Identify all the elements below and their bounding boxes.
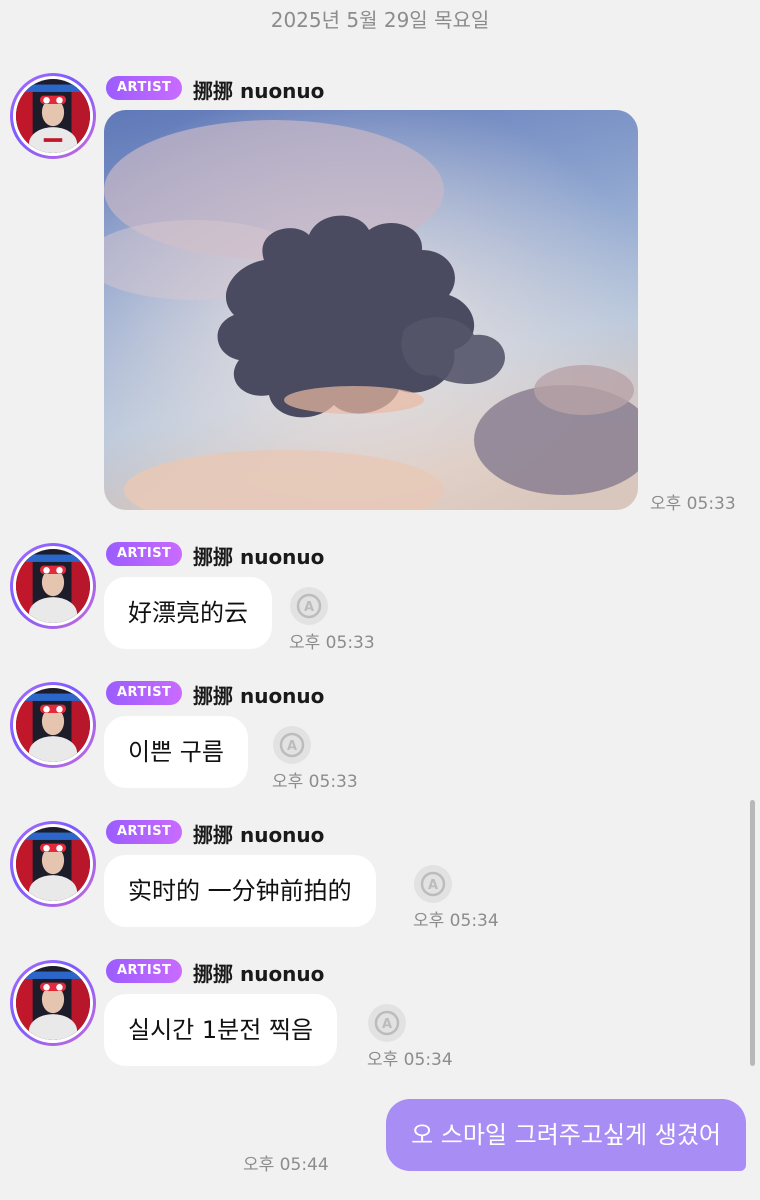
message-time: 오후 05:34 [367,1050,453,1070]
message-time: 오후 05:34 [413,911,499,931]
message-bubble[interactable]: 实时的 一分钟前拍的 [104,855,376,927]
message-time: 오후 05:33 [289,633,375,653]
artist-badge: ARTIST [106,76,183,100]
message-time: 오후 05:33 [650,494,736,514]
artist-avatar-image [16,827,90,901]
scrollbar[interactable] [750,800,755,1066]
message-bubble[interactable]: 好漂亮的云 [104,577,272,649]
artist-avatar-image [16,966,90,1040]
svg-text:A: A [304,600,314,615]
message-bubble[interactable]: 실시간 1분전 찍음 [104,994,338,1066]
sender-name[interactable]: 挪挪 nuonuo [193,958,324,987]
cloud-photo[interactable] [104,110,638,510]
svg-text:A: A [428,878,438,893]
artist-badge: ARTIST [106,820,183,844]
avatar[interactable] [10,73,96,159]
avatar[interactable] [10,543,96,629]
translate-icon[interactable]: A [367,1003,407,1043]
my-message-bubble[interactable]: 오 스마일 그려주고싶게 생겼어 [386,1099,746,1171]
avatar[interactable] [10,960,96,1046]
avatar[interactable] [10,821,96,907]
my-message-time: 오후 05:44 [243,1155,329,1175]
avatar[interactable] [10,682,96,768]
artist-avatar-image [16,688,90,762]
sender-name[interactable]: 挪挪 nuonuo [193,680,324,709]
translate-icon[interactable]: A [289,586,329,626]
cloud-image [104,110,638,510]
svg-text:A: A [287,739,297,754]
artist-badge: ARTIST [106,959,183,983]
sender-name[interactable]: 挪挪 nuonuo [193,819,324,848]
artist-avatar-image [16,79,90,153]
sender-name[interactable]: 挪挪 nuonuo [193,75,324,104]
sender-name[interactable]: 挪挪 nuonuo [193,541,324,570]
translate-icon[interactable]: A [413,864,453,904]
date-header: 2025년 5월 29일 목요일 [270,8,490,32]
translate-icon[interactable]: A [272,725,312,765]
artist-badge: ARTIST [106,542,183,566]
artist-badge: ARTIST [106,681,183,705]
svg-text:A: A [382,1017,392,1032]
artist-avatar-image [16,549,90,623]
message-bubble[interactable]: 이쁜 구름 [104,716,248,788]
message-time: 오후 05:33 [272,772,358,792]
